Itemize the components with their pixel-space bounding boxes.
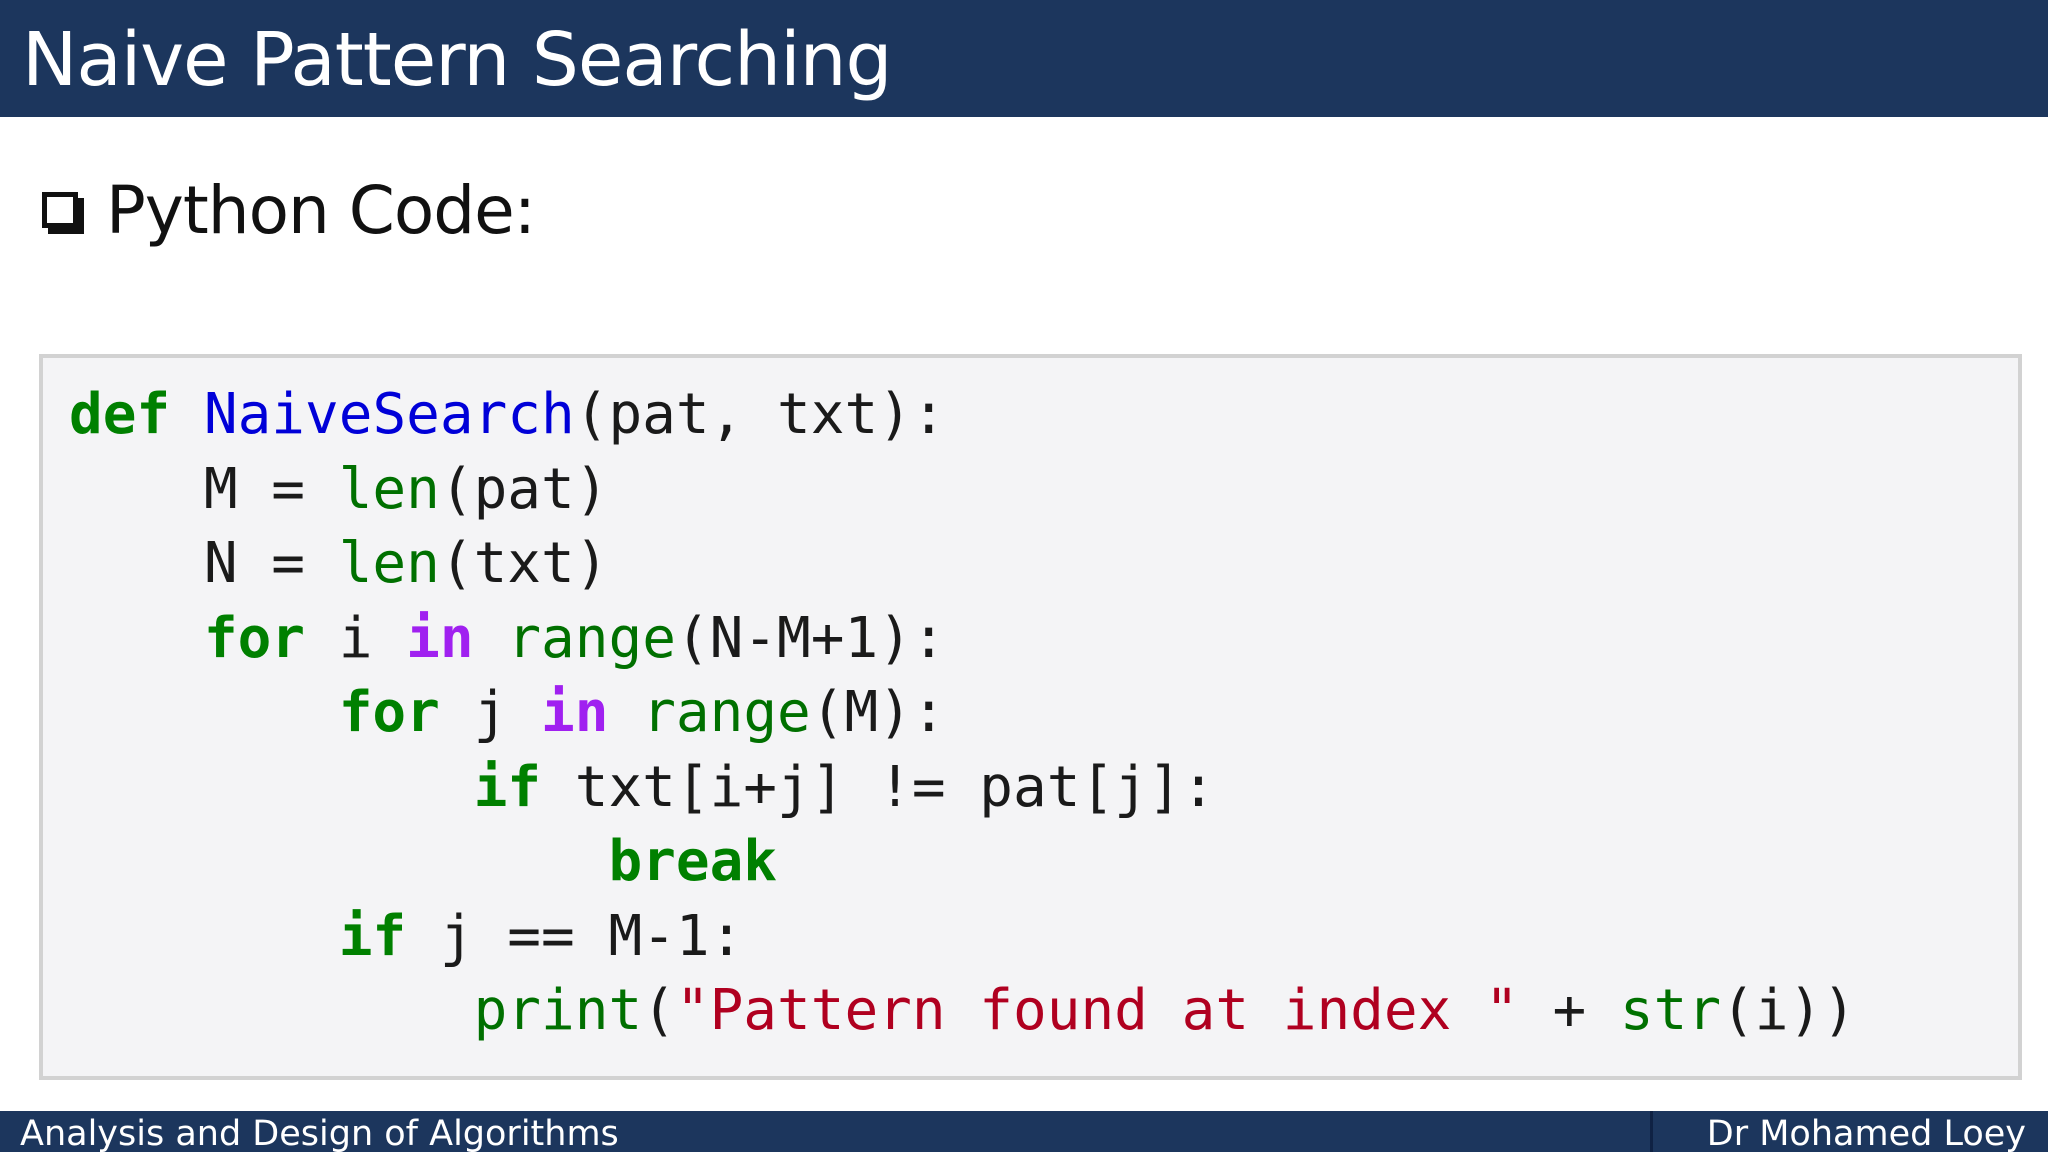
code-token: (i)) <box>1721 978 1856 1043</box>
code-token: j == M-1: <box>406 903 744 969</box>
square-bullet-icon <box>42 192 78 228</box>
code-token: str <box>1619 978 1722 1043</box>
footer-author: Dr Mohamed Loey <box>1706 1114 2026 1154</box>
code-line: for i in range(N-M+1): <box>69 602 1856 677</box>
code-line: M = len(pat) <box>69 453 1856 528</box>
code-token: NaiveSearch <box>203 382 575 447</box>
code-token: (N-M+1): <box>675 605 946 671</box>
code-token: i <box>305 605 407 671</box>
code-line: N = len(txt) <box>69 527 1856 602</box>
code-listing: def NaiveSearch(pat, txt): M = len(pat) … <box>69 378 1856 1049</box>
code-block: def NaiveSearch(pat, txt): M = len(pat) … <box>39 354 2022 1080</box>
code-token: range <box>507 605 676 671</box>
code-token: len <box>338 531 440 596</box>
bullet-text: Python Code: <box>106 171 536 249</box>
code-token: if <box>473 754 542 820</box>
footer-course-title: Analysis and Design of Algorithms <box>20 1114 619 1154</box>
slide-title: Naive Pattern Searching <box>22 17 893 103</box>
bullet-heading: Python Code: <box>42 168 536 252</box>
code-token: def <box>69 382 171 447</box>
code-token: range <box>642 680 811 745</box>
code-token: + <box>1518 978 1620 1043</box>
code-token: txt[i+j] != pat[j]: <box>541 754 1216 820</box>
code-token: in <box>406 605 474 671</box>
code-token: ( <box>642 978 676 1043</box>
code-token: M = <box>69 456 339 522</box>
code-token: len <box>338 456 440 522</box>
code-token: (M): <box>810 680 946 745</box>
header-bar: Naive Pattern Searching <box>0 0 2048 117</box>
code-token: break <box>608 829 778 894</box>
code-line: if txt[i+j] != pat[j]: <box>69 751 1856 826</box>
code-token: (txt) <box>439 531 609 596</box>
code-token: print <box>473 978 643 1043</box>
code-token: (pat) <box>439 456 609 522</box>
code-token: (pat, txt): <box>574 382 946 447</box>
code-line: break <box>69 825 1856 900</box>
code-token: j <box>439 680 542 745</box>
code-token: if <box>338 903 407 969</box>
footer-divider <box>1650 1111 1653 1152</box>
code-line: for j in range(M): <box>69 676 1856 751</box>
code-line: print("Pattern found at index " + str(i)… <box>69 974 1856 1049</box>
code-token: for <box>338 680 440 745</box>
code-token: N = <box>69 531 339 596</box>
footer-bar: Analysis and Design of Algorithms Dr Moh… <box>0 1111 2048 1154</box>
code-line: def NaiveSearch(pat, txt): <box>69 378 1856 453</box>
code-line: if j == M-1: <box>69 900 1856 975</box>
code-token: "Pattern found at index " <box>675 978 1519 1043</box>
code-token: in <box>541 680 609 745</box>
code-token: for <box>203 605 306 671</box>
